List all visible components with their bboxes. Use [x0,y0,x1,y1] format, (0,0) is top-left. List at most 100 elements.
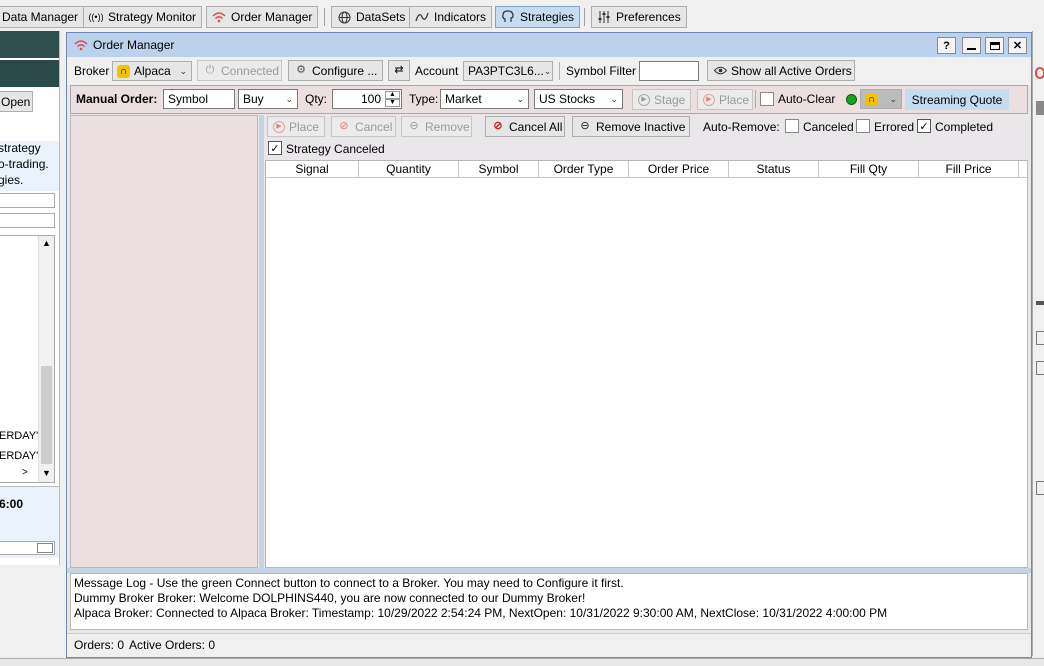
close-button[interactable]: ✕ [1008,37,1027,54]
wifi-icon [212,10,226,24]
toolbar-indicators[interactable]: Indicators [409,6,493,28]
order-type-value: Market [445,92,482,106]
place-button[interactable]: ▶ Place [697,89,753,110]
check-icon: ✓ [919,120,929,133]
message-log[interactable]: Message Log - Use the green Connect butt… [70,573,1028,630]
column-header-order-type[interactable]: Order Type [539,161,629,177]
time-box: 6:00 [0,486,59,558]
toolbar-data-manager-label: Data Manager [2,10,79,24]
toolbar-order-manager[interactable]: Order Manager [206,6,319,28]
stage-button[interactable]: ▶ Stage [632,89,691,110]
alert-icon[interactable] [1035,67,1044,79]
orders-table[interactable]: Signal Quantity Symbol Order Type Order … [265,160,1028,568]
toolbar-datasets-label: DataSets [356,10,406,24]
panel-header-dark-2 [0,60,59,87]
column-header-signal[interactable]: Signal [266,161,359,177]
column-header-fill-qty[interactable]: Fill Qty [819,161,919,177]
info-text: strategy [0,141,41,155]
orders-remove-button[interactable]: ⊖ Remove [401,116,472,137]
maximize-button[interactable] [985,37,1004,54]
toolbar-preferences[interactable]: Preferences [591,6,687,28]
auto-clear-checkbox[interactable] [760,92,774,106]
connected-button[interactable]: ⏻ Connected [197,60,282,81]
orders-cancel-label: Cancel [355,119,393,134]
scroll-thumb[interactable] [41,366,52,464]
orders-count: Orders: 0 [74,638,125,652]
tool-icon[interactable] [1036,361,1044,375]
column-header-fill-price[interactable]: Fill Price [919,161,1019,177]
help-button[interactable]: ? [937,37,956,54]
toolbar-datasets[interactable]: DataSets [331,6,412,28]
maximize-icon [989,41,1000,50]
column-header-status[interactable]: Status [729,161,819,177]
tool-icon[interactable] [1036,481,1044,495]
completed-checkbox[interactable]: ✓ [917,119,931,133]
show-all-active-orders-button[interactable]: Show all Active Orders [707,60,855,81]
chevron-down-icon: ⌄ [179,65,187,76]
text-field[interactable] [0,193,55,208]
toolbar-strategy-monitor[interactable]: ((•)) Strategy Monitor [83,6,203,28]
separator [755,90,756,108]
canceled-checkbox[interactable] [785,119,799,133]
orders-place-button[interactable]: ▶ Place [267,116,325,137]
remove-inactive-button[interactable]: ⊖ Remove Inactive [572,116,690,137]
auto-remove-label: Auto-Remove: [703,120,780,134]
log-line: Dummy Broker Broker: Welcome DOLPHINS440… [74,591,586,605]
toolbar-strategies[interactable]: Strategies [495,6,581,28]
orders-cancel-button[interactable]: ⊘ Cancel [331,116,396,137]
market-select[interactable]: US Stocks ⌄ [534,89,623,109]
account-select[interactable]: PA3PTC3L6... ⌄ [463,61,553,81]
eye-icon [713,64,727,78]
toolbar-indicators-label: Indicators [434,10,487,24]
scroll-right-icon[interactable]: > [22,467,28,478]
play-circle-icon: ▶ [638,93,650,106]
column-header-label: Order Type [553,162,614,176]
open-button[interactable]: Open [0,91,33,112]
spin-up-icon[interactable]: ▲ [385,91,400,99]
configure-button[interactable]: ⚙ Configure ... [288,60,383,81]
strategy-list[interactable]: ERDAY' ERDAY' ▲ ▼ [0,235,55,483]
strategy-list-pane[interactable] [70,115,258,568]
qty-stepper[interactable]: 100 ▲ ▼ [332,89,402,109]
orders-remove-label: Remove [425,119,470,134]
broker-select[interactable]: ∩ Alpaca ⌄ [112,61,192,81]
plug-icon: ⏻ [205,64,215,76]
streaming-quote-button[interactable]: Streaming Quote [905,89,1009,110]
symbol-filter-input[interactable] [639,61,699,81]
refresh-button[interactable]: ⇄ [388,60,410,81]
list-item[interactable]: ERDAY' [0,430,38,442]
tool-icon[interactable] [1036,331,1044,345]
column-header-order-price[interactable]: Order Price [629,161,729,177]
list-item[interactable]: ERDAY' [0,450,38,462]
tool-icon[interactable] [1036,101,1044,115]
broker-value: Alpaca [134,64,171,78]
check-icon: ✓ [270,142,280,155]
column-header-quantity[interactable]: Quantity [359,161,459,177]
toolbar-separator [584,8,585,26]
cancel-all-button[interactable]: ⊘ Cancel All [485,116,565,137]
time-field[interactable] [0,541,55,555]
column-header-symbol[interactable]: Symbol [459,161,539,177]
tool-icon[interactable] [1036,301,1044,305]
show-all-active-orders-label: Show all Active Orders [731,63,852,78]
order-type-select[interactable]: Market ⌄ [440,89,529,109]
help-button-label: ? [943,39,950,52]
side-select[interactable]: Buy ⌄ [238,89,298,109]
toolbar-data-manager[interactable]: Data Manager [0,6,85,28]
errored-checkbox[interactable] [856,119,870,133]
toolbar-strategies-label: Strategies [520,10,575,24]
toolbar-order-manager-label: Order Manager [231,10,313,24]
spin-down-icon[interactable]: ▼ [385,99,400,107]
quote-source-select[interactable]: ∩ ⌄ [860,89,902,109]
remove-inactive-label: Remove Inactive [596,119,686,134]
strategy-canceled-label: Strategy Canceled [286,142,385,156]
text-field[interactable] [0,213,55,228]
vertical-splitter[interactable] [259,115,264,568]
window-title-bar[interactable]: Order Manager ? ✕ [67,33,1031,57]
symbol-input[interactable]: Symbol [163,89,235,109]
minimize-button[interactable] [962,37,981,54]
strategy-canceled-checkbox[interactable]: ✓ [268,141,282,155]
scroll-up-icon[interactable]: ▲ [39,238,54,252]
scroll-down-icon[interactable]: ▼ [39,468,54,482]
vertical-scrollbar[interactable]: ▲ ▼ [38,236,54,482]
